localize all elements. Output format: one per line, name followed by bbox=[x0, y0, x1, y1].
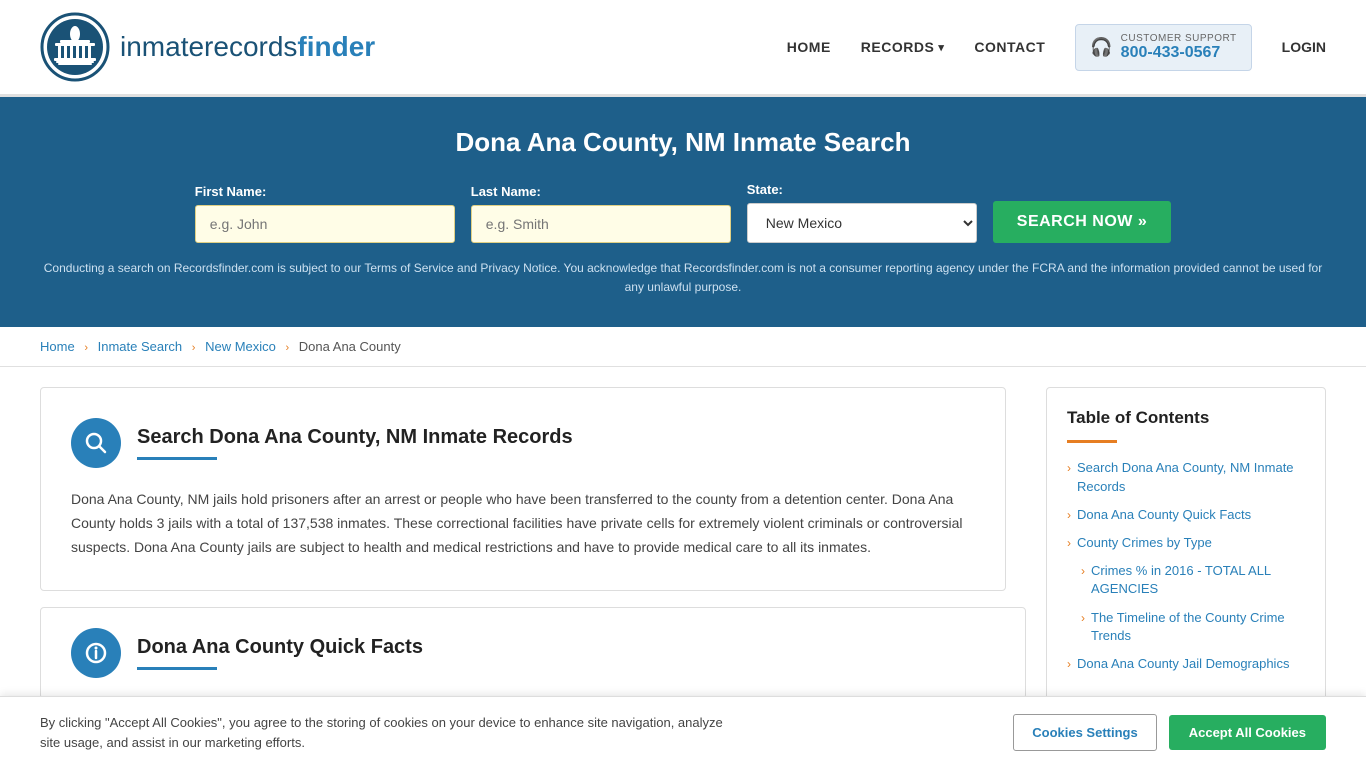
support-info: CUSTOMER SUPPORT 800-433-0567 bbox=[1121, 33, 1237, 62]
article-title-wrap: Search Dona Ana County, NM Inmate Record… bbox=[137, 426, 573, 460]
article-card: Search Dona Ana County, NM Inmate Record… bbox=[40, 387, 1006, 590]
article-title: Search Dona Ana County, NM Inmate Record… bbox=[137, 426, 573, 449]
customer-support-box: 🎧 CUSTOMER SUPPORT 800-433-0567 bbox=[1075, 24, 1251, 71]
last-name-input[interactable] bbox=[471, 205, 731, 243]
first-name-input[interactable] bbox=[195, 205, 455, 243]
toc-link[interactable]: Dona Ana County Quick Facts bbox=[1077, 506, 1251, 524]
info-icon bbox=[84, 641, 108, 665]
info-icon-circle bbox=[71, 628, 121, 678]
breadcrumb-sep-1: › bbox=[84, 342, 88, 354]
toc-divider bbox=[1067, 440, 1117, 443]
first-name-label: First Name: bbox=[195, 184, 455, 199]
nav-records[interactable]: RECORDS ▾ bbox=[861, 39, 945, 55]
article-2-title-wrap: Dona Ana County Quick Facts bbox=[137, 636, 423, 670]
title-underline bbox=[137, 457, 217, 460]
cookie-text: By clicking "Accept All Cookies", you ag… bbox=[40, 713, 740, 752]
breadcrumb: Home › Inmate Search › New Mexico › Dona… bbox=[0, 327, 1366, 367]
nav-contact[interactable]: CONTACT bbox=[974, 39, 1045, 55]
breadcrumb-current: Dona Ana County bbox=[299, 339, 401, 354]
article-header: Search Dona Ana County, NM Inmate Record… bbox=[71, 418, 975, 468]
first-name-group: First Name: bbox=[195, 184, 455, 243]
toc-card: Table of Contents › Search Dona Ana Count… bbox=[1046, 387, 1326, 704]
state-group: State: AlabamaAlaskaArizonaArkansasCalif… bbox=[747, 182, 977, 243]
article-card-2: Dona Ana County Quick Facts bbox=[40, 607, 1026, 699]
hero-section: Dona Ana County, NM Inmate Search First … bbox=[0, 97, 1366, 327]
title-2-underline bbox=[137, 667, 217, 670]
cookie-banner: By clicking "Accept All Cookies", you ag… bbox=[0, 696, 1366, 768]
logo-area: inmaterecordsfinder bbox=[40, 12, 375, 82]
chevron-right-icon: › bbox=[1067, 508, 1071, 522]
support-label: CUSTOMER SUPPORT bbox=[1121, 33, 1237, 44]
toc-item: › Dona Ana County Jail Demographics bbox=[1067, 655, 1305, 673]
state-label: State: bbox=[747, 182, 977, 197]
main-content: Search Dona Ana County, NM Inmate Record… bbox=[0, 367, 1366, 724]
toc-link[interactable]: Dona Ana County Jail Demographics bbox=[1077, 655, 1289, 673]
toc-title: Table of Contents bbox=[1067, 408, 1305, 428]
cookie-buttons: Cookies Settings Accept All Cookies bbox=[1013, 714, 1326, 751]
breadcrumb-sep-3: › bbox=[286, 342, 290, 354]
toc-list: › Search Dona Ana County, NM Inmate Recor… bbox=[1067, 459, 1305, 673]
article-body: Dona Ana County, NM jails hold prisoners… bbox=[71, 488, 975, 559]
chevron-right-icon: › bbox=[1067, 536, 1071, 550]
login-button[interactable]: LOGIN bbox=[1282, 39, 1326, 55]
cookie-accept-button[interactable]: Accept All Cookies bbox=[1169, 715, 1326, 750]
logo-text: inmaterecordsfinder bbox=[120, 31, 375, 63]
article-column: Search Dona Ana County, NM Inmate Record… bbox=[40, 387, 1026, 704]
toc-item: › The Timeline of the County Crime Trends bbox=[1067, 609, 1305, 645]
chevron-right-icon: › bbox=[1081, 564, 1085, 578]
logo-icon bbox=[40, 12, 110, 82]
nav-home[interactable]: HOME bbox=[787, 39, 831, 55]
last-name-label: Last Name: bbox=[471, 184, 731, 199]
hero-disclaimer: Conducting a search on Recordsfinder.com… bbox=[40, 259, 1326, 297]
last-name-group: Last Name: bbox=[471, 184, 731, 243]
toc-item: › Crimes % in 2016 - TOTAL ALL AGENCIES bbox=[1067, 562, 1305, 598]
breadcrumb-state[interactable]: New Mexico bbox=[205, 339, 276, 354]
headset-icon: 🎧 bbox=[1090, 37, 1112, 58]
article-2-title: Dona Ana County Quick Facts bbox=[137, 636, 423, 659]
toc-link[interactable]: The Timeline of the County Crime Trends bbox=[1091, 609, 1305, 645]
toc-item: › Search Dona Ana County, NM Inmate Recor… bbox=[1067, 459, 1305, 495]
toc-item: › County Crimes by Type bbox=[1067, 534, 1305, 552]
chevron-down-icon: ▾ bbox=[938, 41, 944, 54]
sidebar: Table of Contents › Search Dona Ana Count… bbox=[1046, 387, 1326, 704]
site-header: inmaterecordsfinder HOME RECORDS ▾ CONTA… bbox=[0, 0, 1366, 97]
main-nav: HOME RECORDS ▾ CONTACT 🎧 CUSTOMER SUPPOR… bbox=[787, 24, 1326, 71]
search-button[interactable]: SEARCH NOW » bbox=[993, 201, 1171, 243]
chevron-right-icon: › bbox=[1067, 461, 1071, 475]
search-icon bbox=[84, 431, 108, 455]
hero-title: Dona Ana County, NM Inmate Search bbox=[40, 127, 1326, 158]
toc-link[interactable]: Crimes % in 2016 - TOTAL ALL AGENCIES bbox=[1091, 562, 1305, 598]
toc-link[interactable]: Search Dona Ana County, NM Inmate Record… bbox=[1077, 459, 1305, 495]
breadcrumb-home[interactable]: Home bbox=[40, 339, 75, 354]
chevron-right-icon: › bbox=[1067, 657, 1071, 671]
support-phone[interactable]: 800-433-0567 bbox=[1121, 44, 1237, 62]
cookie-settings-button[interactable]: Cookies Settings bbox=[1013, 714, 1156, 751]
search-form: First Name: Last Name: State: AlabamaAla… bbox=[40, 182, 1326, 243]
breadcrumb-inmate-search[interactable]: Inmate Search bbox=[98, 339, 183, 354]
chevron-right-icon: › bbox=[1081, 611, 1085, 625]
breadcrumb-sep-2: › bbox=[192, 342, 196, 354]
toc-item: › Dona Ana County Quick Facts bbox=[1067, 506, 1305, 524]
state-select[interactable]: AlabamaAlaskaArizonaArkansasCaliforniaCo… bbox=[747, 203, 977, 243]
toc-link[interactable]: County Crimes by Type bbox=[1077, 534, 1212, 552]
search-icon-circle bbox=[71, 418, 121, 468]
